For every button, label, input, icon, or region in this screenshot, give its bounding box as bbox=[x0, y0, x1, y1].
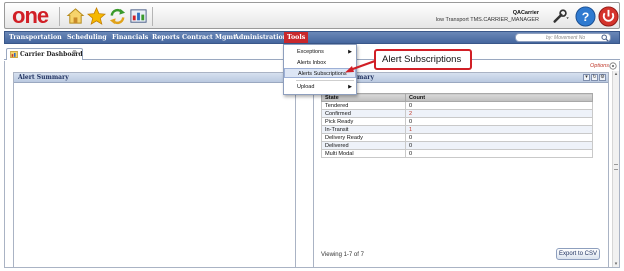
svg-text:?: ? bbox=[582, 10, 590, 24]
submenu-arrow-icon: ▶ bbox=[348, 84, 352, 90]
power-icon[interactable] bbox=[598, 6, 619, 27]
user-info: QACarrier low Transport TMS.CARRIER_MANA… bbox=[436, 10, 539, 24]
nav-tools[interactable]: Tools bbox=[284, 32, 309, 43]
minimize-icon[interactable]: ▾ bbox=[583, 74, 590, 81]
menu-item-exceptions[interactable]: Exceptions ▶ bbox=[284, 47, 356, 57]
table-row[interactable]: In-Transit 1 bbox=[321, 125, 593, 134]
logo[interactable]: one bbox=[12, 5, 49, 27]
nav-contract-mgmt[interactable]: Contract Mgmt bbox=[182, 32, 236, 43]
pagination-info: Viewing 1-7 of 7 bbox=[321, 252, 364, 258]
divider bbox=[152, 7, 153, 26]
options-icon[interactable] bbox=[609, 62, 617, 70]
count-cell[interactable]: 0 bbox=[405, 117, 593, 126]
scroll-grip[interactable] bbox=[614, 164, 618, 170]
dashboard-tab-icon bbox=[10, 51, 18, 58]
nav-financials[interactable]: Financials bbox=[112, 32, 148, 43]
menu-item-label: Exceptions bbox=[297, 49, 324, 55]
state-summary-portlet: Summary ▾ ↻ ⚙ State Count Tendered 0 Confi… bbox=[313, 72, 609, 268]
state-cell: In-Transit bbox=[321, 125, 406, 134]
menu-item-upload[interactable]: Upload ▶ bbox=[284, 82, 356, 92]
count-cell[interactable]: 0 bbox=[405, 141, 593, 150]
search-placeholder: by: Movement No bbox=[546, 35, 586, 41]
refresh-icon[interactable] bbox=[108, 7, 127, 26]
user-name: QACarrier bbox=[512, 10, 539, 16]
export-csv-button[interactable]: Export to CSV bbox=[556, 248, 600, 260]
submenu-arrow-icon: ▶ bbox=[348, 49, 352, 55]
refresh-portlet-icon[interactable]: ↻ bbox=[591, 74, 598, 81]
annotation-callout: Alert Subscriptions bbox=[374, 49, 472, 70]
wrench-icon[interactable] bbox=[552, 9, 569, 24]
nav-reports[interactable]: Reports bbox=[152, 32, 180, 43]
count-cell[interactable]: 0 bbox=[405, 149, 593, 158]
search-icon[interactable] bbox=[601, 34, 609, 42]
count-cell[interactable]: 0 bbox=[405, 101, 593, 110]
menu-item-label: Upload bbox=[297, 84, 315, 90]
divider bbox=[59, 7, 60, 26]
star-icon[interactable] bbox=[87, 7, 106, 26]
close-icon[interactable]: ⊗ bbox=[71, 50, 78, 57]
scroll-up-icon[interactable]: ▴ bbox=[613, 71, 619, 77]
vertical-scrollbar[interactable]: ▴ ▾ bbox=[612, 71, 619, 267]
scroll-down-icon[interactable]: ▾ bbox=[613, 261, 619, 267]
table-row[interactable]: Delivery Ready 0 bbox=[321, 133, 593, 142]
table-row[interactable]: Pick Ready 0 bbox=[321, 117, 593, 126]
state-cell: Pick Ready bbox=[321, 117, 406, 126]
home-icon[interactable] bbox=[66, 7, 85, 26]
portlet-header: Alert Summary bbox=[14, 73, 295, 83]
state-count-table: State Count Tendered 0 Confirmed 2 Pick … bbox=[321, 93, 593, 158]
count-cell[interactable]: 0 bbox=[405, 133, 593, 142]
search-input[interactable]: by: Movement No bbox=[515, 33, 611, 42]
count-cell[interactable]: 1 bbox=[405, 125, 593, 134]
portlet-controls: ▾ ↻ ⚙ bbox=[582, 74, 606, 82]
table-header-row: State Count bbox=[321, 93, 593, 102]
portlet-header: Summary ▾ ↻ ⚙ bbox=[314, 73, 608, 83]
settings-icon[interactable]: ⚙ bbox=[599, 74, 606, 81]
help-icon[interactable]: ? bbox=[575, 6, 596, 27]
menu-item-label: Alerts Subscriptions bbox=[298, 71, 347, 77]
dashboard-icon[interactable] bbox=[129, 7, 148, 26]
column-header-count[interactable]: Count bbox=[405, 93, 593, 102]
portlet-title: Alert Summary bbox=[18, 74, 69, 81]
nav-scheduling[interactable]: Scheduling bbox=[67, 32, 107, 43]
state-cell: Delivered bbox=[321, 141, 406, 150]
menu-item-label: Alerts Inbox bbox=[297, 60, 327, 66]
table-row[interactable]: Multi Modal 0 bbox=[321, 149, 593, 158]
callout-arrow-icon bbox=[345, 60, 376, 73]
top-header: one QACarrier low Transport TMS.CARRIER_… bbox=[4, 2, 620, 29]
options-link[interactable]: Options bbox=[590, 63, 609, 69]
user-role: low Transport TMS.CARRIER_MANAGER bbox=[435, 17, 539, 23]
alert-summary-portlet: Alert Summary bbox=[13, 72, 296, 268]
state-cell: Multi Modal bbox=[321, 149, 406, 158]
table-row[interactable]: Delivered 0 bbox=[321, 141, 593, 150]
table-row[interactable]: Confirmed 2 bbox=[321, 109, 593, 118]
menu-divider bbox=[296, 80, 354, 81]
nav-administration[interactable]: Administration bbox=[234, 32, 287, 43]
table-row[interactable]: Tendered 0 bbox=[321, 101, 593, 110]
tab-carrier-dashboard[interactable]: Carrier Dashboard ⊗ bbox=[6, 48, 83, 60]
count-cell[interactable]: 2 bbox=[405, 109, 593, 118]
nav-transportation[interactable]: Transportation bbox=[9, 32, 62, 43]
main-nav: Transportation Scheduling Financials Rep… bbox=[4, 31, 620, 44]
state-cell: Tendered bbox=[321, 101, 406, 110]
state-cell: Delivery Ready bbox=[321, 133, 406, 142]
state-cell: Confirmed bbox=[321, 109, 406, 118]
